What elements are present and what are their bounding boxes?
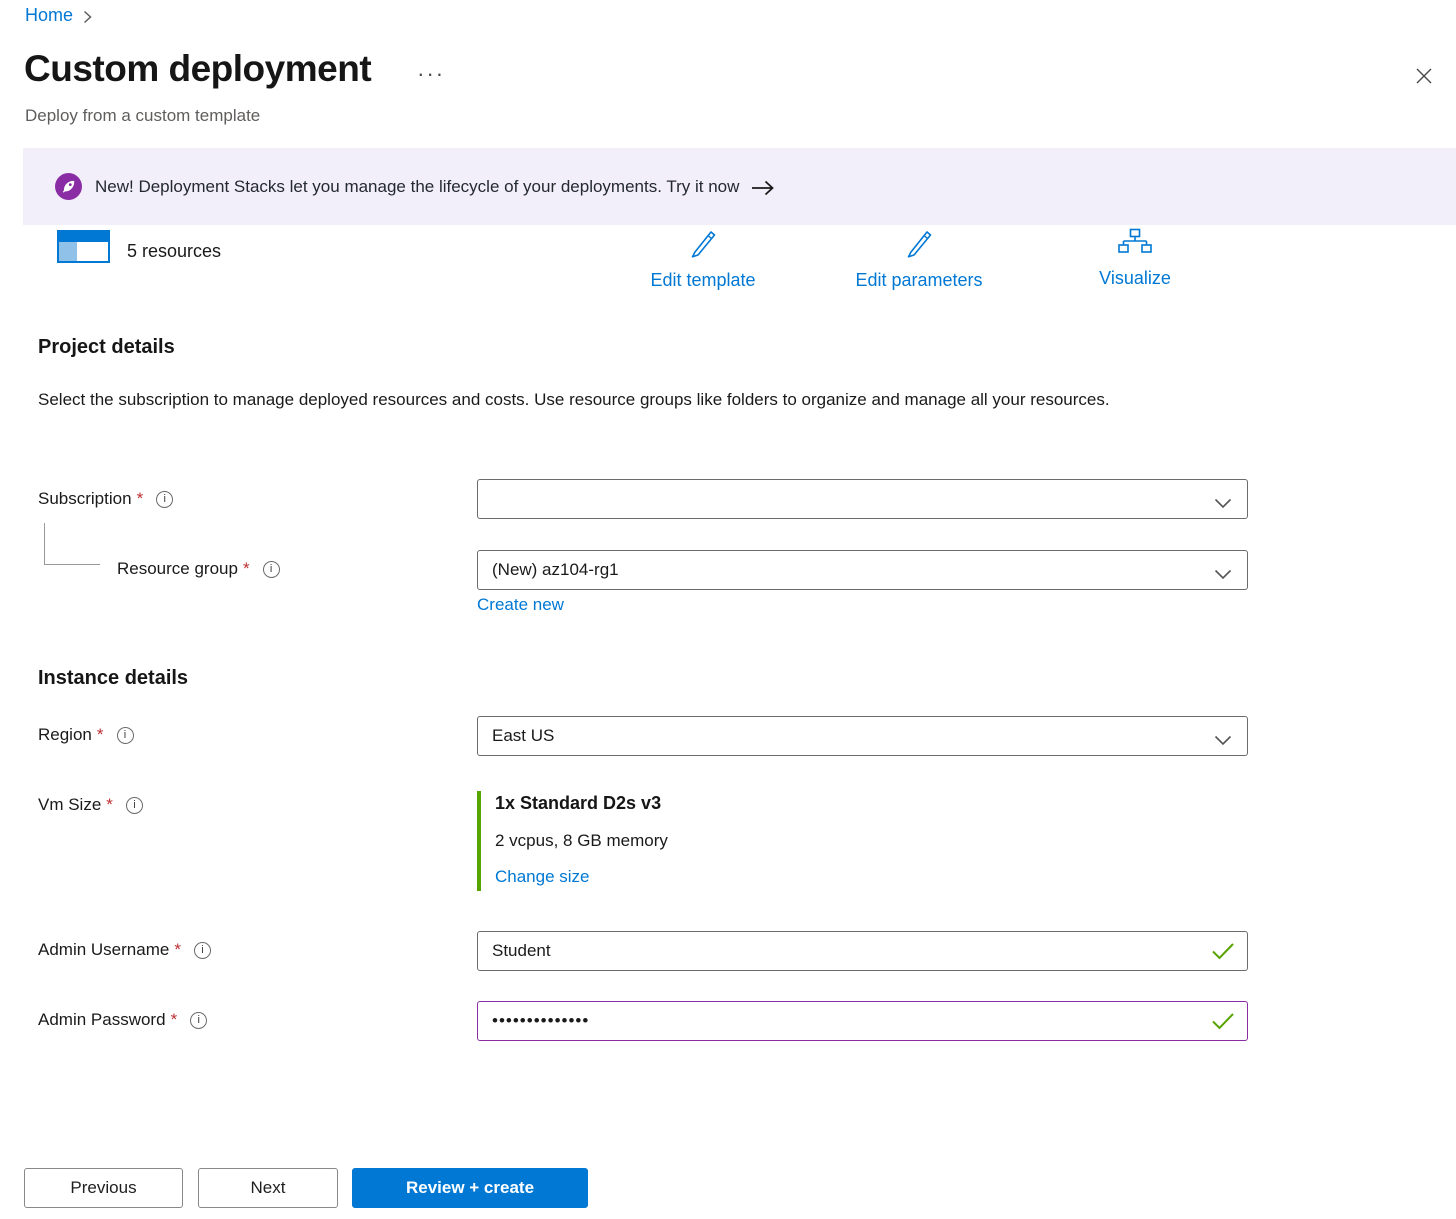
- info-icon[interactable]: [194, 942, 211, 959]
- pencil-icon: [688, 228, 718, 263]
- chevron-down-icon: [1214, 731, 1232, 751]
- required-asterisk: *: [106, 795, 113, 815]
- vm-size-summary: 1x Standard D2s v3 2 vcpus, 8 GB memory …: [477, 791, 668, 891]
- custom-deployment-page: Home Custom deployment ··· Deploy from a…: [0, 0, 1456, 1219]
- change-size-link[interactable]: Change size: [495, 867, 668, 887]
- info-icon[interactable]: [156, 491, 173, 508]
- subscription-dropdown[interactable]: [477, 479, 1248, 519]
- resource-count: 5 resources: [127, 241, 221, 262]
- close-button[interactable]: [1410, 64, 1438, 92]
- admin-username-input[interactable]: [477, 931, 1248, 971]
- template-resources-icon: [57, 226, 111, 271]
- info-icon[interactable]: [126, 797, 143, 814]
- valid-check-icon: [1211, 1012, 1235, 1030]
- close-icon: [1415, 67, 1433, 90]
- resource-group-label-text: Resource group: [117, 559, 238, 579]
- admin-username-label-text: Admin Username: [38, 940, 169, 960]
- breadcrumb: Home: [25, 5, 92, 26]
- resource-group-value: (New) az104-rg1: [492, 560, 619, 580]
- region-dropdown[interactable]: East US: [477, 716, 1248, 756]
- review-create-button[interactable]: Review + create: [352, 1168, 588, 1208]
- project-details-description: Select the subscription to manage deploy…: [38, 384, 1183, 416]
- resource-group-label: Resource group *: [117, 559, 280, 579]
- required-asterisk: *: [174, 940, 181, 960]
- project-details-heading: Project details: [38, 336, 175, 359]
- vm-size-name: 1x Standard D2s v3: [495, 793, 668, 814]
- edit-template-button[interactable]: Edit template: [618, 228, 788, 291]
- subscription-label-text: Subscription: [38, 489, 132, 509]
- valid-check-icon: [1211, 942, 1235, 960]
- required-asterisk: *: [171, 1010, 178, 1030]
- chevron-down-icon: [1214, 565, 1232, 585]
- admin-password-input[interactable]: [477, 1001, 1248, 1041]
- visualize-button[interactable]: Visualize: [1050, 228, 1220, 289]
- required-asterisk: *: [243, 559, 250, 579]
- page-subtitle: Deploy from a custom template: [25, 106, 260, 126]
- edit-parameters-label: Edit parameters: [855, 270, 982, 291]
- field-connector-line: [44, 523, 100, 565]
- notification-banner: New! Deployment Stacks let you manage th…: [23, 148, 1456, 225]
- subscription-label: Subscription *: [38, 489, 173, 509]
- banner-message: New! Deployment Stacks let you manage th…: [95, 177, 739, 197]
- vm-size-label-text: Vm Size: [38, 795, 101, 815]
- diagram-icon: [1118, 228, 1152, 261]
- pencil-icon: [904, 228, 934, 263]
- region-label-text: Region: [38, 725, 92, 745]
- info-icon[interactable]: [263, 561, 280, 578]
- more-menu-ellipsis[interactable]: ···: [417, 53, 445, 85]
- chevron-right-icon: [83, 10, 92, 24]
- region-label: Region *: [38, 725, 134, 745]
- region-value: East US: [492, 726, 554, 746]
- breadcrumb-home-link[interactable]: Home: [25, 5, 73, 26]
- visualize-label: Visualize: [1099, 268, 1171, 289]
- edit-parameters-button[interactable]: Edit parameters: [834, 228, 1004, 291]
- info-icon[interactable]: [190, 1012, 207, 1029]
- required-asterisk: *: [97, 725, 104, 745]
- vm-size-specs: 2 vcpus, 8 GB memory: [495, 831, 668, 851]
- chevron-down-icon: [1214, 494, 1232, 514]
- next-button[interactable]: Next: [198, 1168, 338, 1208]
- arrow-right-icon[interactable]: [751, 180, 775, 196]
- rocket-icon: [55, 173, 82, 200]
- info-icon[interactable]: [117, 727, 134, 744]
- create-new-link[interactable]: Create new: [477, 595, 564, 615]
- previous-button[interactable]: Previous: [24, 1168, 183, 1208]
- resource-group-dropdown[interactable]: (New) az104-rg1: [477, 550, 1248, 590]
- page-title: Custom deployment: [24, 48, 371, 90]
- edit-template-label: Edit template: [650, 270, 755, 291]
- admin-password-label: Admin Password *: [38, 1010, 207, 1030]
- admin-password-label-text: Admin Password: [38, 1010, 166, 1030]
- vm-size-label: Vm Size *: [38, 795, 143, 815]
- admin-username-label: Admin Username *: [38, 940, 211, 960]
- instance-details-heading: Instance details: [38, 667, 188, 690]
- required-asterisk: *: [137, 489, 144, 509]
- title-row: Custom deployment ···: [24, 48, 445, 90]
